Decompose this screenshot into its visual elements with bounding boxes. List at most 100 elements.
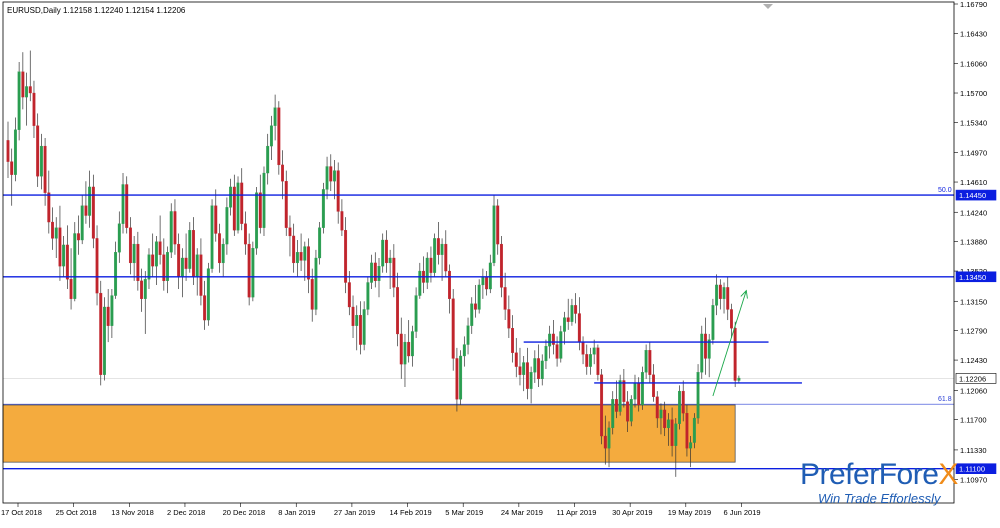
candle-body — [626, 401, 630, 422]
candle-body — [225, 207, 229, 245]
candle-body — [247, 243, 251, 298]
candle-body — [25, 86, 28, 98]
candle-body — [192, 230, 195, 277]
candle-body — [358, 315, 362, 345]
candle-body — [507, 309, 511, 329]
candle-body — [529, 372, 533, 389]
candle-body — [410, 331, 414, 357]
candle-body — [99, 292, 103, 375]
candle-body — [284, 181, 288, 228]
candle-body — [492, 205, 496, 264]
y-tick-label: 1.15700 — [960, 89, 987, 98]
candle-body — [128, 227, 132, 264]
candle-body — [652, 374, 655, 397]
candle-body — [177, 243, 181, 277]
candle-body — [366, 282, 370, 310]
candle-body — [425, 257, 429, 283]
candle-body — [589, 354, 592, 367]
x-tick-label: 13 Nov 2018 — [111, 508, 154, 517]
candle-body — [199, 254, 203, 296]
candle-body — [36, 125, 40, 177]
candle-body — [336, 170, 340, 212]
candle-body — [629, 399, 633, 422]
candle-body — [314, 257, 318, 310]
candle-body — [618, 380, 622, 412]
candle-body — [195, 254, 199, 277]
candle-body — [58, 227, 62, 267]
candle-body — [184, 257, 188, 269]
chart: 61.8 50.0 EURUSD,Daily 1.12158 1.12240 1.1… — [0, 0, 1000, 523]
candle-body — [499, 243, 503, 288]
candle-body — [13, 129, 17, 175]
candle-body — [555, 344, 559, 359]
x-tick-label: 19 May 2019 — [668, 508, 711, 517]
candle-body — [663, 409, 667, 429]
candle-body — [607, 427, 611, 449]
chart-svg: 61.8 50.0 EURUSD,Daily 1.12158 1.12240 1.1… — [0, 0, 1000, 523]
candle-body — [585, 354, 589, 367]
candle-body — [685, 413, 689, 449]
x-tick-label: 25 Oct 2018 — [56, 508, 97, 517]
candle-body — [451, 298, 455, 359]
candle-body — [158, 241, 162, 255]
candle-body — [362, 309, 366, 345]
candle-body — [310, 279, 314, 310]
fib-level-label: 61.8 — [938, 396, 952, 403]
candle-body — [429, 257, 433, 273]
candle-body — [62, 244, 66, 267]
candle-body — [299, 252, 303, 261]
candle-body — [188, 230, 192, 269]
candle-body — [392, 257, 396, 288]
candle-body — [640, 372, 644, 406]
price-tag-label: 1.14450 — [959, 191, 986, 200]
candle-body — [548, 333, 552, 347]
y-tick-label: 1.16430 — [960, 29, 987, 38]
candle-body — [522, 362, 526, 375]
candle-body — [388, 257, 392, 264]
candle-body — [236, 182, 240, 231]
candle-body — [17, 71, 21, 130]
candle-body — [240, 182, 244, 224]
candle-body — [414, 295, 418, 332]
candle-body — [481, 276, 485, 286]
candle-body — [266, 145, 270, 174]
candle-body — [344, 230, 348, 283]
candle-body — [518, 366, 522, 375]
candle-body — [711, 305, 715, 340]
candle-body — [574, 305, 578, 314]
x-tick-label: 8 Jan 2019 — [278, 508, 315, 517]
brand-watermark: PreferForeX Win Trade Efforlessly — [800, 460, 958, 508]
candle-body — [147, 254, 151, 280]
candle-body — [262, 172, 266, 228]
price-tag-label: 1.13450 — [959, 273, 986, 282]
candle-body — [570, 305, 574, 322]
y-tick-label: 1.16060 — [960, 60, 987, 69]
chart-header-text: EURUSD,Daily 1.12158 1.12240 1.12154 1.1… — [7, 6, 186, 15]
candle-body — [496, 205, 500, 245]
candle-body — [173, 211, 177, 245]
y-tick-label: 1.16790 — [960, 0, 987, 9]
brand-logo-text: PreferForeX — [800, 460, 958, 490]
candle-body — [140, 280, 144, 299]
x-tick-label: 17 Oct 2018 — [1, 508, 42, 517]
candle-body — [229, 186, 233, 208]
candle-body — [407, 341, 411, 357]
candle-body — [470, 303, 474, 326]
candle-body — [77, 233, 80, 241]
x-tick-label: 24 Mar 2019 — [501, 508, 543, 517]
price-tag-label: 1.12206 — [959, 374, 986, 383]
y-tick-label: 1.14970 — [960, 149, 987, 158]
candle-body — [243, 223, 247, 245]
candle-body — [132, 243, 136, 264]
x-tick-label: 2 Dec 2018 — [167, 508, 205, 517]
y-tick-label: 1.12060 — [960, 386, 987, 395]
y-tick-label: 1.10970 — [960, 475, 987, 484]
candle-body — [614, 399, 618, 412]
candle-body — [288, 227, 292, 237]
candle-body — [154, 241, 158, 267]
candle-body — [43, 145, 47, 193]
y-tick-label: 1.14240 — [960, 208, 987, 217]
candle-body — [114, 252, 118, 296]
candle-body — [537, 358, 540, 380]
candle-body — [180, 257, 184, 277]
